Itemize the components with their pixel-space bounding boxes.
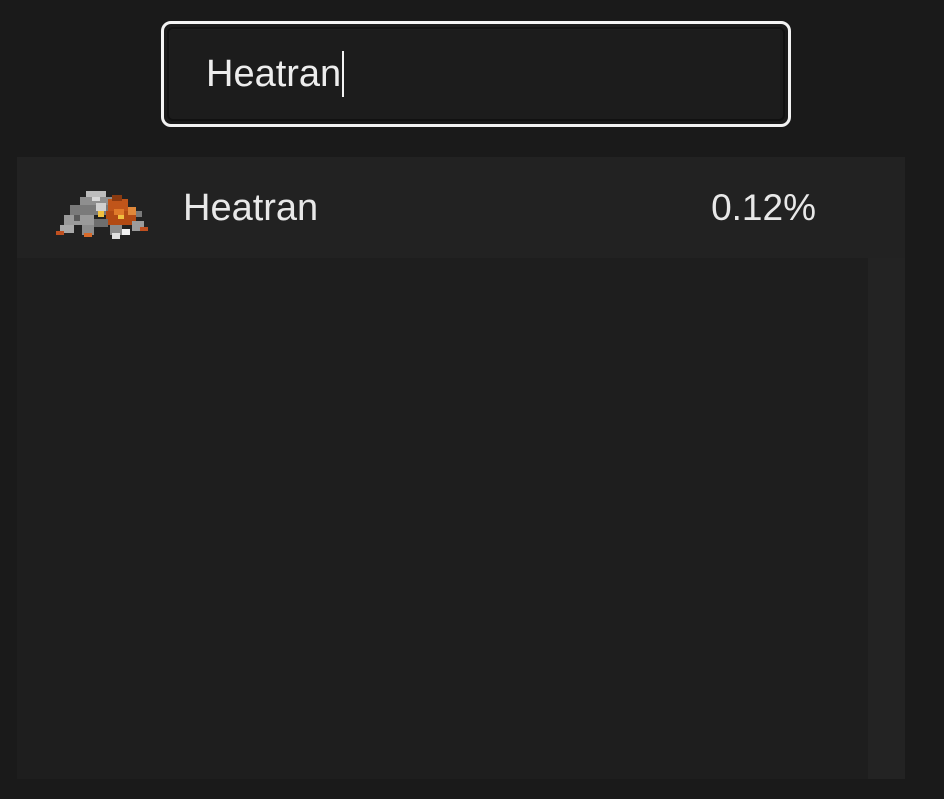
heatran-sprite-icon bbox=[56, 191, 148, 239]
scrollbar-track[interactable] bbox=[868, 258, 905, 779]
result-name: Heatran bbox=[183, 187, 319, 229]
result-usage-percent: 0.12% bbox=[711, 187, 816, 228]
results-panel: Heatran 0.12% bbox=[17, 157, 905, 779]
search-box[interactable]: Heatran bbox=[161, 21, 791, 127]
search-input[interactable]: Heatran bbox=[206, 55, 341, 93]
results-list[interactable] bbox=[17, 258, 868, 779]
text-caret bbox=[342, 51, 345, 97]
search-field[interactable]: Heatran bbox=[167, 27, 785, 121]
result-row[interactable]: Heatran 0.12% bbox=[17, 157, 905, 258]
